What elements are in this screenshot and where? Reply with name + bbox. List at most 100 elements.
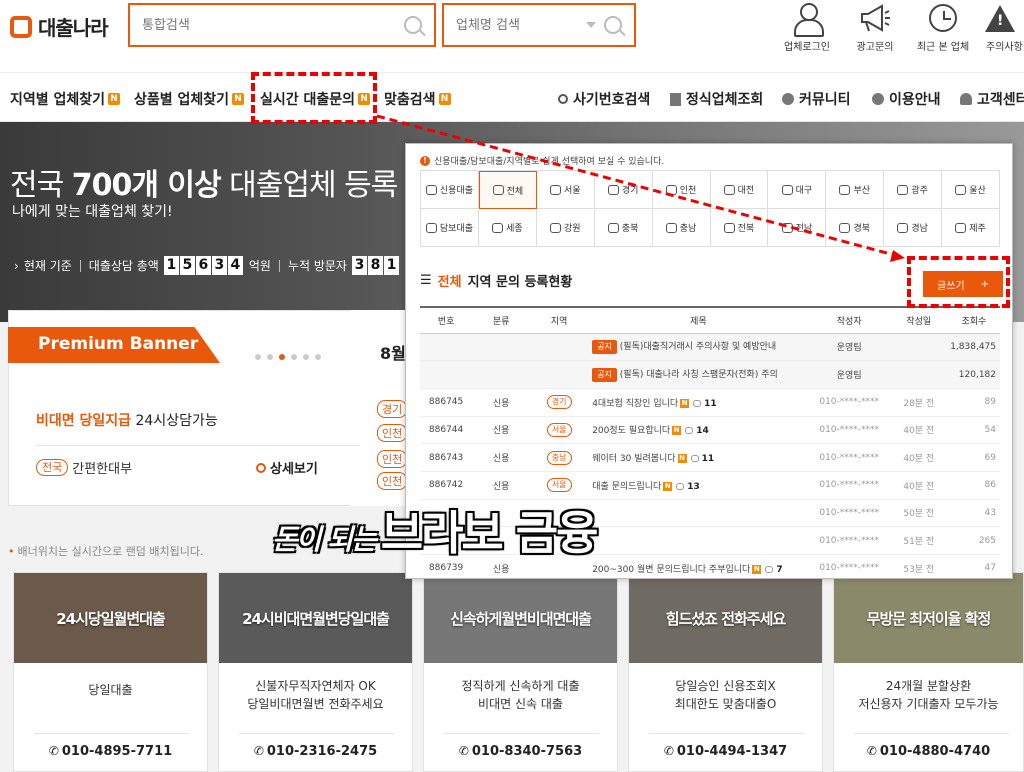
column-header[interactable]: 분류	[472, 306, 531, 334]
table-row[interactable]: 886745 신용 경기 4대보험 직장인 입니다 N 11 010-****-**** 28…	[420, 388, 1000, 417]
post-title-cell[interactable]: 200정도 필요합니다 N 14	[588, 416, 809, 445]
detail-link[interactable]: 상세보기	[256, 458, 318, 477]
stat-label: 대출상담 총액	[88, 259, 159, 273]
column-header[interactable]: 번호	[420, 306, 473, 334]
ad-card[interactable]: 무방문 최저이율 확정 24개월 분할상환 저신용자 기대출자 모두가능 ✆ 010…	[833, 572, 1024, 772]
company-name: 간편한대부	[72, 462, 133, 477]
region-filter-region[interactable]: 서울	[536, 171, 595, 209]
ad-card[interactable]: 신속하게월변비대면대출 정직하게 신속하게 대출 비대면 신속 대출 ✆ 010-8…	[423, 572, 618, 772]
carousel-dot[interactable]	[303, 354, 309, 360]
region-filter-region[interactable]: 부산	[826, 171, 885, 209]
column-header[interactable]: 작성일	[889, 306, 948, 334]
region-filter-region[interactable]: 경남	[884, 209, 943, 247]
region-filter-region[interactable]: 울산	[942, 171, 1000, 209]
region-filter-region[interactable]: 세종	[478, 209, 537, 247]
column-header[interactable]: 제목	[588, 306, 809, 334]
card-phone[interactable]: ✆ 010-2316-2475	[219, 744, 412, 759]
ad-card[interactable]: 24시비대면월변당일대출 신불자무직자연체자 OK 당일비대면월변 전화주세요 ✆…	[218, 572, 413, 772]
carousel-dot[interactable]	[255, 354, 261, 360]
main-search-input[interactable]	[142, 17, 404, 33]
region-filter-category[interactable]: 담보대출	[421, 209, 479, 247]
comment-icon	[690, 455, 699, 463]
ad-card[interactable]: 힘드셨죠 전화주세요 당일승인 신용조회X 최대한도 맞춤대출O ✆ 010-449…	[628, 572, 823, 772]
nav-fraud-number[interactable]: 사기번호검색	[558, 89, 650, 109]
post-title-cell[interactable]	[588, 526, 809, 555]
notice-row[interactable]: 공지 (필독)대출직거래시 주의사항 및 예방안내 운영팀 1,838,475	[420, 333, 1000, 362]
post-title[interactable]: 4대보험 직장인 입니다	[592, 399, 678, 409]
region-filter-region[interactable]: 인천	[652, 171, 711, 209]
carousel-dot[interactable]	[291, 354, 297, 360]
search-icon[interactable]	[604, 16, 622, 34]
table-row[interactable]: 886744 신용 서울 200정도 필요합니다 N 14 010-****-**** 40분…	[420, 416, 1000, 445]
logo[interactable]: 대출나라	[10, 12, 109, 41]
card-banner: 24시당일월변대출	[14, 573, 207, 663]
column-header[interactable]: 작성자	[808, 306, 890, 334]
company-search-input[interactable]	[456, 17, 586, 33]
region-filter-region[interactable]: 전체	[478, 171, 537, 209]
author: 010-****-****	[808, 471, 890, 500]
region-filter-region[interactable]: 경북	[826, 209, 885, 247]
region-filter-region[interactable]: 충남	[652, 209, 711, 247]
nav-custom-search[interactable]: 맞춤검색 N	[384, 89, 451, 109]
region-filter-region[interactable]: 전남	[768, 209, 827, 247]
post-title[interactable]: 대출 문의드립니다	[592, 482, 661, 492]
post-title[interactable]: (필독)대출직거래시 주의사항 및 예방안내	[620, 342, 776, 352]
region-filter-region[interactable]: 강원	[536, 209, 595, 247]
search-icon[interactable]	[404, 16, 422, 34]
notice-row[interactable]: 공지 (필독) 대출나라 사칭 스팸문자(전화) 주의 운영팀 120,182	[420, 360, 1000, 389]
column-header[interactable]: 지역	[530, 306, 589, 334]
region-label: 서울	[563, 186, 581, 196]
page-root: 대출나라 업체로그인 광고문의 최근 본 업체 주의사항 지역별 업체찾기N 상…	[0, 0, 1024, 772]
post-title-cell[interactable]: 웨이터 30 빌려봅니다 N 11	[588, 443, 809, 472]
region-filter-region[interactable]: 대구	[768, 171, 827, 209]
post-title[interactable]: 200정도 필요합니다	[592, 426, 670, 436]
region-filter-category[interactable]: 신용대출	[421, 171, 479, 209]
chevron-down-icon[interactable]	[586, 22, 596, 28]
column-header[interactable]: 조회수	[947, 306, 1000, 334]
post-date: 40분 전	[889, 471, 948, 500]
phone-icon: ✆	[458, 744, 469, 758]
nav-product-search[interactable]: 상품별 업체찾기 N	[134, 89, 245, 109]
region-filter-region[interactable]: 전북	[710, 209, 769, 247]
nav-region-search[interactable]: 지역별 업체찾기 N	[10, 89, 121, 109]
post-title-cell[interactable]: 200~300 월변 문의드립니다 주부입니다 N 7	[588, 554, 809, 578]
carousel-dot[interactable]	[315, 354, 321, 360]
ad-inquiry-button[interactable]: 광고문의	[845, 2, 905, 53]
carousel-dots[interactable]	[255, 354, 321, 360]
nav-official-company[interactable]: 정식업체조회	[670, 89, 763, 109]
post-title-cell[interactable]: 대출 문의드립니다 N 13	[588, 471, 809, 500]
post-title-cell[interactable]: 4대보험 직장인 입니다 N 11	[588, 388, 809, 417]
carousel-dot-active[interactable]	[279, 354, 285, 360]
region-filter-region[interactable]: 충북	[594, 209, 653, 247]
card-phone[interactable]: ✆ 010-4494-1347	[629, 744, 822, 759]
region-filter-region[interactable]: 경기	[594, 171, 653, 209]
region-filter-region[interactable]: 광주	[884, 171, 943, 209]
table-row[interactable]: 886742 신용 서울 대출 문의드립니다 N 13 010-****-**** 40분 전…	[420, 471, 1000, 500]
carousel-dot[interactable]	[267, 354, 273, 360]
card-phone[interactable]: ✆ 010-4895-7711	[14, 744, 207, 759]
company-search-box[interactable]	[442, 3, 636, 47]
card-phone[interactable]: ✆ 010-4880-4740	[834, 744, 1023, 759]
post-title[interactable]: 웨이터 30 빌려봅니다	[592, 454, 675, 464]
card-phone[interactable]: ✆ 010-8340-7563	[424, 744, 617, 759]
premium-headline[interactable]: 비대면 당일지급 24시상담가능	[36, 410, 218, 430]
caution-button[interactable]: 주의사항	[976, 2, 1024, 53]
recent-viewed-button[interactable]: 최근 본 업체	[913, 2, 973, 53]
post-category: 신용	[472, 388, 531, 417]
main-search-box[interactable]	[128, 3, 436, 47]
author: 010-****-****	[808, 443, 890, 472]
region-icon	[549, 184, 561, 195]
board-note: ! 신용대출/담보대출/지역별로 쉽게 선택하여 보실 수 있습니다.	[420, 154, 664, 167]
region-filter-region[interactable]: 제주	[942, 209, 1000, 247]
ad-card[interactable]: 24시당일월변대출 당일대출 ✆ 010-4895-7711	[13, 572, 208, 772]
table-row[interactable]: 886743 신용 충남 웨이터 30 빌려봅니다 N 11 010-****-**** 40…	[420, 443, 1000, 472]
region-filter-region[interactable]: 대전	[710, 171, 769, 209]
nav-support[interactable]: 고객센터	[960, 89, 1024, 109]
company-login-button[interactable]: 업체로그인	[777, 2, 837, 53]
post-title-cell[interactable]	[588, 499, 809, 528]
post-title[interactable]: 200~300 월변 문의드립니다 주부입니다	[592, 565, 750, 575]
region-label: 경북	[853, 224, 871, 234]
post-title[interactable]: (필독) 대출나라 사칭 스팸문자(전화) 주의	[620, 370, 778, 380]
nav-guide[interactable]: 이용안내	[872, 89, 941, 109]
nav-community[interactable]: 커뮤니티	[782, 89, 851, 109]
